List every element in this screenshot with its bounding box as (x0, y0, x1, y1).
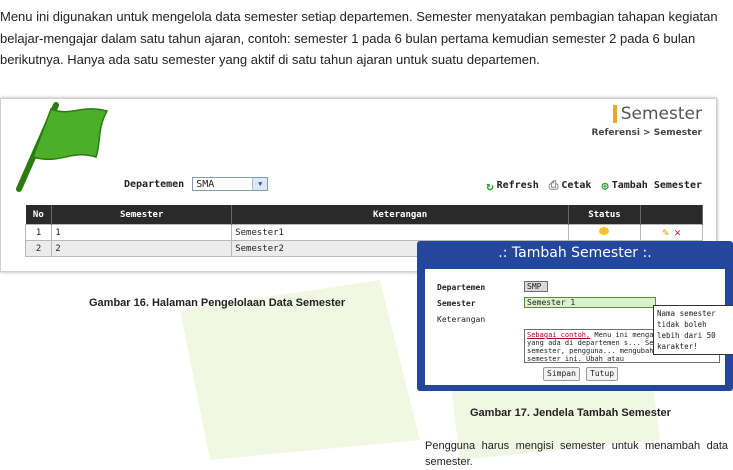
status-active-icon[interactable] (599, 227, 610, 235)
row-semester: 1 (51, 224, 233, 241)
edit-icon[interactable]: ✎ (662, 226, 669, 239)
delete-icon[interactable]: ✕ (674, 226, 681, 239)
dialog-title: .: Tambah Semester :. (498, 245, 652, 261)
breadcrumb: Referensi > Semester (591, 128, 702, 138)
row-keterangan: Semester1 (231, 224, 569, 241)
actions-cell: ✎ ✕ (640, 224, 703, 241)
header-no: No (25, 205, 53, 225)
flag-logo (16, 102, 109, 192)
refresh-label: Refresh (496, 180, 539, 191)
departemen-value: SMA (196, 178, 215, 190)
figure-17-caption: Gambar 17. Jendela Tambah Semester (470, 407, 671, 419)
cetak-label: Cetak (561, 180, 592, 191)
simpan-button[interactable]: Simpan (543, 367, 580, 381)
departemen-select[interactable]: SMA ▼ (192, 177, 269, 191)
figure-16-caption: Gambar 16. Halaman Pengelolaan Data Seme… (89, 297, 346, 309)
page-title: Semester (620, 104, 702, 124)
departemen-row: Departemen SMA ▼ (124, 177, 269, 191)
page-header: Semester Referensi > Semester (591, 104, 702, 138)
validation-tooltip: Nama semester tidak boleh lebih dari 50 … (653, 305, 733, 355)
tutup-button[interactable]: Tutup (586, 367, 619, 381)
departemen-label: Departemen (124, 178, 185, 190)
table-row: 1 1 Semester1 ✎ ✕ (24, 224, 703, 241)
tambah-label: Tambah Semester (611, 180, 702, 191)
header-status: Status (568, 205, 642, 225)
dialog-keterangan-label: Keterangan (437, 315, 486, 324)
dialog-semester-label: Semester (437, 299, 476, 308)
header-actions (640, 205, 703, 225)
dialog-departemen-field: SMP (524, 281, 548, 292)
row-semester: 2 (51, 240, 233, 257)
body-paragraph: Pengguna harus mengisi semester untuk me… (425, 440, 728, 468)
add-icon: ⊕ (601, 178, 609, 193)
dialog-body: Departemen SMP Semester Semester 1 Keter… (425, 269, 733, 385)
row-no: 2 (24, 240, 53, 257)
print-icon: ⎙ (548, 178, 559, 192)
keterangan-tip: Sebagai contoh, (527, 331, 591, 339)
tambah-semester-dialog: .: Tambah Semester :. Departemen SMP Sem… (417, 241, 733, 391)
title-accent (612, 105, 617, 123)
status-cell (567, 224, 642, 241)
dialog-departemen-label: Departemen (437, 283, 486, 292)
row-no: 1 (24, 224, 53, 241)
semester-input[interactable]: Semester 1 (524, 297, 656, 308)
intro-paragraph: Menu ini digunakan untuk mengelola data … (0, 9, 718, 67)
chevron-down-icon[interactable]: ▼ (252, 178, 268, 190)
refresh-icon: ↻ (486, 178, 494, 193)
header-keterangan: Keterangan (231, 205, 569, 225)
cetak-button[interactable]: ⎙ Cetak (549, 178, 592, 193)
header-semester: Semester (51, 205, 233, 225)
tambah-semester-button[interactable]: ⊕ Tambah Semester (601, 179, 702, 193)
toolbar: ↻ Refresh ⎙ Cetak ⊕ Tambah Semester (486, 178, 702, 193)
refresh-button[interactable]: ↻ Refresh (486, 179, 538, 193)
